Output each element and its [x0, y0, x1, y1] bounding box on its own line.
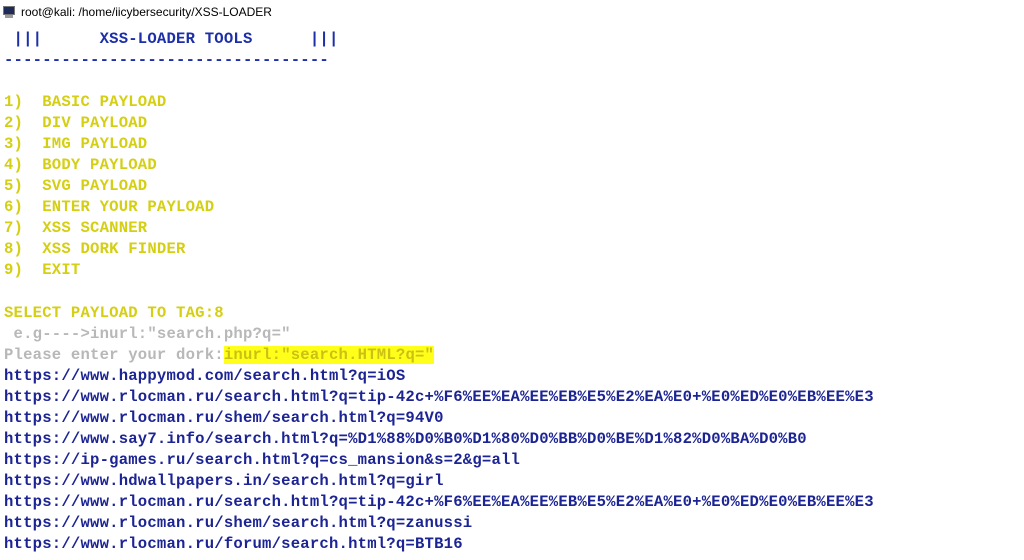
select-prompt: SELECT PAYLOAD TO TAG:8: [4, 304, 224, 322]
terminal-output[interactable]: ||| XSS-LOADER TOOLS ||| ---------------…: [0, 24, 1024, 553]
result-url[interactable]: https://www.rlocman.ru/shem/search.html?…: [4, 513, 472, 533]
result-url[interactable]: https://www.hdwallpapers.in/search.html?…: [4, 471, 444, 491]
menu-item: 3) IMG PAYLOAD: [4, 135, 148, 153]
menu-item: 9) EXIT: [4, 261, 81, 279]
result-url[interactable]: https://ip-games.ru/search.html?q=cs_man…: [4, 450, 520, 470]
result-url[interactable]: https://www.happymod.com/search.html?q=i…: [4, 366, 405, 386]
banner-separator: ----------------------------------: [4, 51, 329, 69]
dork-input-value[interactable]: inurl:"search.HTML?q=": [223, 346, 435, 364]
banner-title: ||| XSS-LOADER TOOLS |||: [4, 30, 339, 48]
menu-item: 7) XSS SCANNER: [4, 219, 148, 237]
dork-prompt-line: Please enter your dork:inurl:"search.HTM…: [4, 345, 435, 365]
menu-item: 6) ENTER YOUR PAYLOAD: [4, 198, 215, 216]
menu-item: 5) SVG PAYLOAD: [4, 177, 148, 195]
dork-example: e.g---->inurl:"search.php?q=": [4, 325, 291, 343]
window-title: root@kali: /home/iicybersecurity/XSS-LOA…: [21, 5, 272, 19]
result-url[interactable]: https://www.rlocman.ru/search.html?q=tip…: [4, 387, 874, 407]
menu-item: 1) BASIC PAYLOAD: [4, 93, 167, 111]
result-url[interactable]: https://www.say7.info/search.html?q=%D1%…: [4, 429, 807, 449]
window-titlebar[interactable]: root@kali: /home/iicybersecurity/XSS-LOA…: [0, 0, 1024, 24]
result-url[interactable]: https://www.rlocman.ru/shem/search.html?…: [4, 408, 444, 428]
menu-item: 4) BODY PAYLOAD: [4, 156, 157, 174]
result-url[interactable]: https://www.rlocman.ru/search.html?q=tip…: [4, 492, 874, 512]
dork-prompt-label: Please enter your dork:: [4, 346, 224, 364]
terminal-icon: [2, 5, 17, 19]
menu-item: 2) DIV PAYLOAD: [4, 114, 148, 132]
result-url[interactable]: https://www.rlocman.ru/forum/search.html…: [4, 534, 463, 554]
menu-item: 8) XSS DORK FINDER: [4, 240, 186, 258]
